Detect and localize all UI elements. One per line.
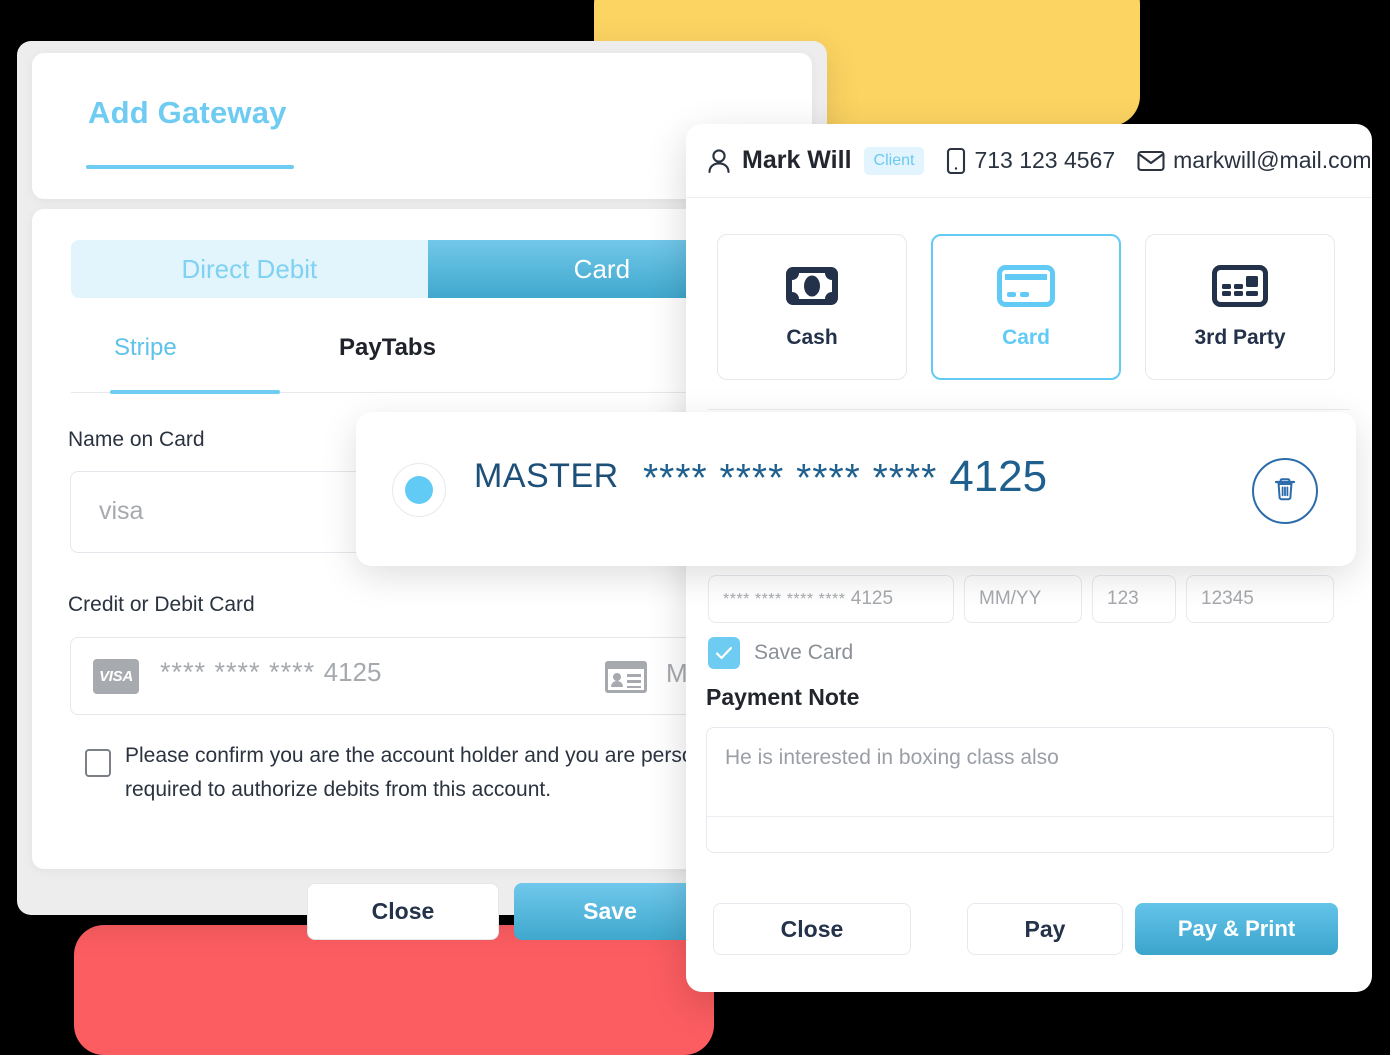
payment-note-textarea[interactable]: He is interested in boxing class also bbox=[706, 727, 1334, 853]
mail-icon bbox=[1137, 150, 1165, 172]
card-number-field[interactable]: **** **** **** **** 4125 bbox=[708, 575, 954, 623]
method-third-party[interactable]: 3rd Party bbox=[1145, 234, 1335, 380]
card-number-last4: 4125 bbox=[323, 657, 382, 687]
tab-paytabs[interactable]: PayTabs bbox=[339, 334, 436, 378]
confirm-checkbox[interactable] bbox=[85, 749, 111, 777]
save-button[interactable]: Save bbox=[514, 883, 706, 940]
visa-icon: VISA bbox=[93, 659, 139, 694]
credit-card-label: Credit or Debit Card bbox=[68, 593, 255, 616]
pay-and-print-button[interactable]: Pay & Print bbox=[1135, 903, 1338, 955]
card-number-field-last4: 4125 bbox=[850, 588, 894, 609]
method-card-label: Card bbox=[1002, 325, 1050, 349]
third-party-icon bbox=[1212, 264, 1268, 312]
decorative-red-shape bbox=[74, 925, 714, 1055]
user-icon bbox=[706, 147, 732, 175]
saved-card-row[interactable]: MASTER **** **** **** **** 4125 bbox=[356, 412, 1356, 566]
page-title: Add Gateway bbox=[88, 95, 287, 130]
active-subtab-underline bbox=[110, 390, 280, 394]
saved-card-brand: MASTER bbox=[474, 457, 619, 495]
save-card-label: Save Card bbox=[754, 641, 854, 664]
save-card-checkbox[interactable] bbox=[708, 637, 740, 669]
method-cash[interactable]: Cash bbox=[717, 234, 907, 380]
payment-note-label: Payment Note bbox=[706, 684, 860, 710]
title-underline bbox=[86, 165, 294, 169]
saved-card-stars: **** **** **** **** bbox=[643, 457, 938, 500]
card-expiry-placeholder: MM/YY bbox=[979, 588, 1042, 609]
payment-type-toggle[interactable]: Direct Debit Card bbox=[71, 240, 776, 298]
method-cash-label: Cash bbox=[786, 325, 838, 349]
client-name: Mark Will bbox=[742, 146, 852, 174]
phone-icon bbox=[946, 147, 966, 175]
panel-divider bbox=[708, 409, 1350, 410]
credit-card-input[interactable]: VISA **** **** **** 4125 bbox=[70, 637, 775, 715]
visa-icon-text: VISA bbox=[99, 668, 133, 685]
tab-stripe[interactable]: Stripe bbox=[114, 334, 177, 378]
client-header: Mark Will Client 713 123 4567 markwill@m… bbox=[686, 124, 1372, 198]
saved-card-number: **** **** **** **** 4125 bbox=[643, 452, 1047, 502]
card-number-stars: **** **** **** bbox=[160, 657, 316, 687]
pay-button[interactable]: Pay bbox=[967, 903, 1123, 955]
cash-icon bbox=[784, 265, 840, 312]
method-third-party-label: 3rd Party bbox=[1194, 325, 1286, 349]
card-number-field-stars: **** **** **** **** bbox=[723, 591, 846, 608]
saved-card-radio-dot bbox=[405, 476, 433, 504]
card-expiry-field[interactable]: MM/YY bbox=[964, 575, 1082, 623]
client-phone: 713 123 4567 bbox=[974, 147, 1116, 173]
client-email: markwill@mail.com bbox=[1173, 147, 1372, 173]
card-cvv-placeholder: 123 bbox=[1107, 588, 1139, 609]
card-cvv-field[interactable]: 123 bbox=[1092, 575, 1176, 623]
save-card-row[interactable]: Save Card bbox=[708, 637, 853, 669]
saved-card-radio[interactable] bbox=[392, 463, 446, 517]
close-button[interactable]: Close bbox=[307, 883, 499, 940]
payment-note-inner-divider bbox=[707, 816, 1333, 817]
name-on-card-placeholder: visa bbox=[99, 497, 144, 525]
payment-close-button[interactable]: Close bbox=[713, 903, 911, 955]
gateway-subtabs: Stripe PayTabs bbox=[71, 334, 776, 394]
client-badge: Client bbox=[863, 146, 925, 175]
name-on-card-label: Name on Card bbox=[68, 428, 205, 451]
delete-card-button[interactable] bbox=[1252, 458, 1318, 524]
confirm-checkbox-label: Please confirm you are the account holde… bbox=[125, 744, 706, 801]
card-zip-field[interactable]: 12345 bbox=[1186, 575, 1334, 623]
tab-direct-debit-label: Direct Debit bbox=[181, 253, 318, 284]
method-card[interactable]: Card bbox=[931, 234, 1121, 380]
trash-icon bbox=[1272, 475, 1298, 508]
tab-direct-debit[interactable]: Direct Debit bbox=[71, 240, 428, 298]
tab-card-label: Card bbox=[573, 253, 631, 284]
payment-note-placeholder: He is interested in boxing class also bbox=[725, 746, 1059, 769]
id-card-icon bbox=[604, 660, 648, 694]
screenshot-stage: Add Gateway Direct Debit Card Stripe Pay… bbox=[0, 0, 1390, 1055]
credit-card-icon bbox=[997, 264, 1055, 312]
saved-card-last4: 4125 bbox=[949, 452, 1048, 501]
card-zip-placeholder: 12345 bbox=[1201, 588, 1254, 609]
payment-method-grid: Cash Card 3rd Party bbox=[717, 234, 1343, 380]
card-number-placeholder: **** **** **** 4125 bbox=[160, 657, 381, 688]
